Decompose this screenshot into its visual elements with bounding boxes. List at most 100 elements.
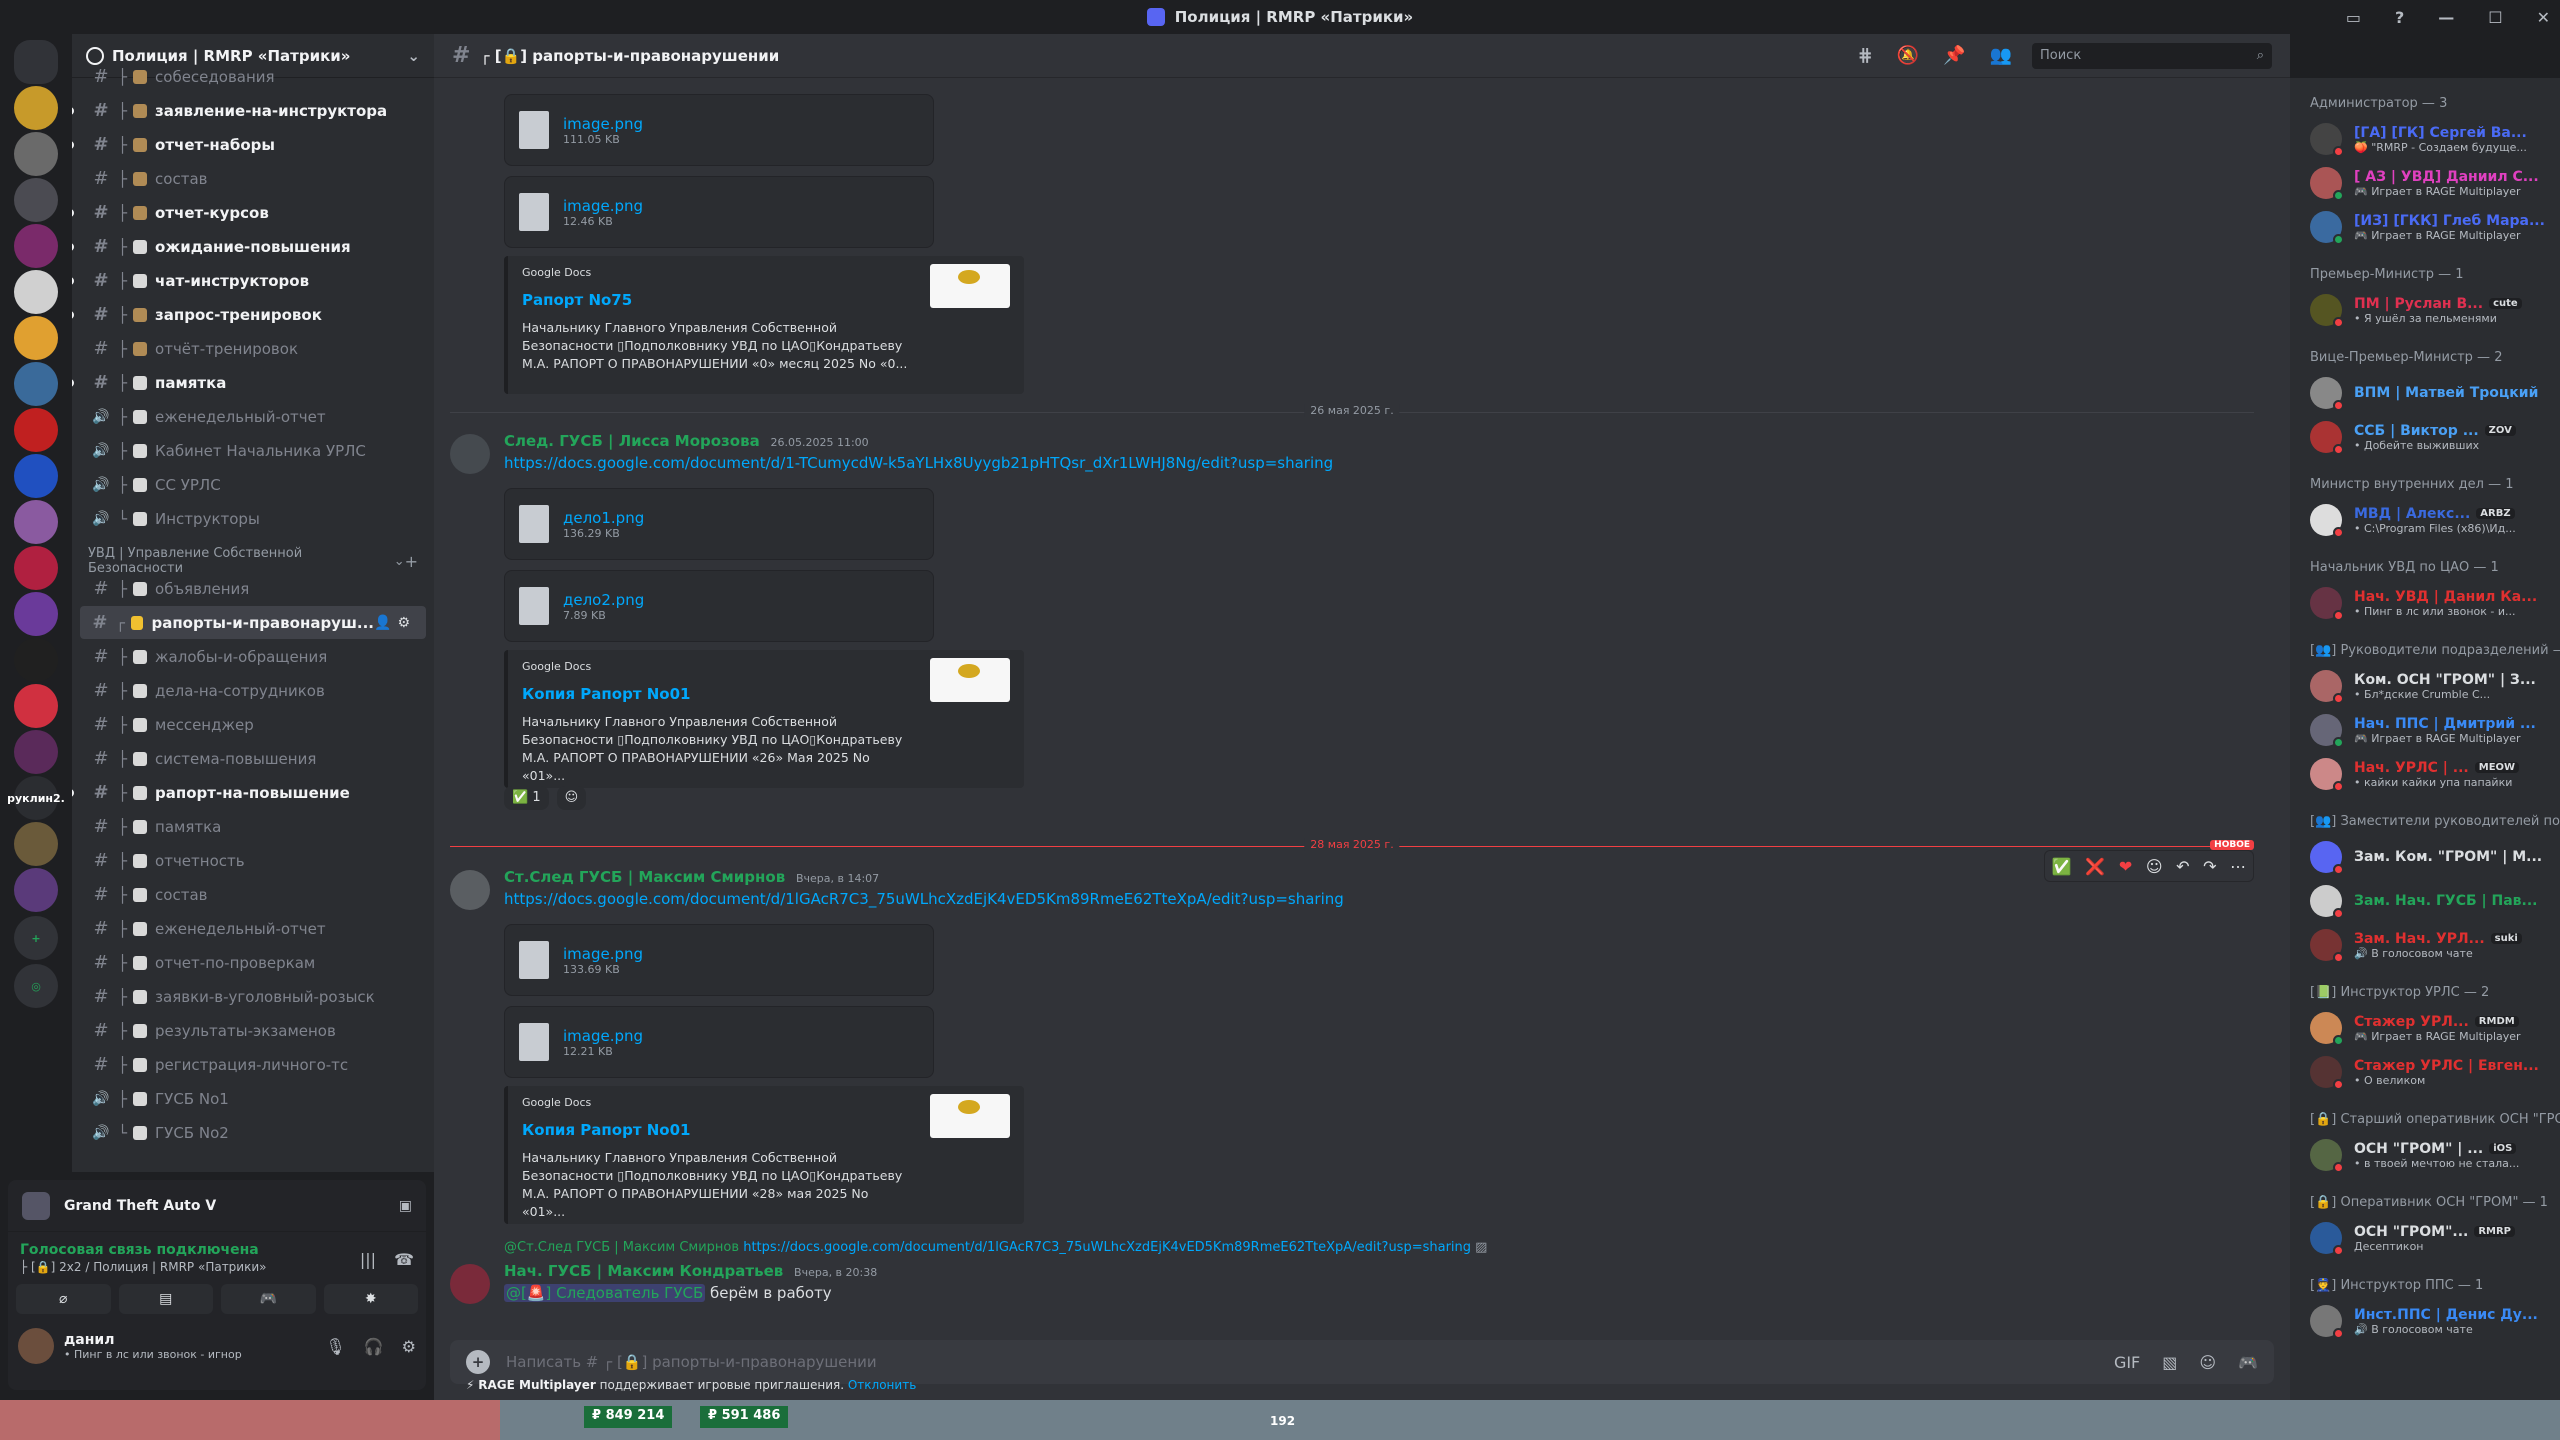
role-mention[interactable]: @[🚨] Следователь ГУСБ bbox=[504, 1284, 706, 1302]
server-icon[interactable] bbox=[14, 638, 58, 682]
channel-item[interactable]: 🔊 ├ СС УРЛС bbox=[80, 468, 426, 501]
add-reaction-button[interactable]: ☺ bbox=[556, 786, 587, 810]
decline-link[interactable]: Отклонить bbox=[848, 1378, 916, 1392]
channel-item[interactable]: # ├ состав bbox=[80, 162, 426, 195]
invite-icon[interactable]: 👤 bbox=[374, 615, 397, 631]
react-check-icon[interactable]: ✅ bbox=[2052, 857, 2072, 876]
reply-reference[interactable]: @Ст.След ГУСБ | Максим Смирнов https://d… bbox=[504, 1240, 1487, 1255]
screen-share-icon[interactable]: ▣ bbox=[399, 1198, 412, 1214]
gear-icon[interactable]: ⚙ bbox=[397, 615, 416, 631]
add-attachment-button[interactable]: + bbox=[466, 1350, 490, 1374]
share-screen-icon[interactable]: ▤ bbox=[118, 1284, 213, 1314]
message-link[interactable]: https://docs.google.com/document/d/1-TCu… bbox=[504, 454, 1333, 472]
microphone-icon[interactable]: 🎙 bbox=[325, 1337, 345, 1356]
channel-item[interactable]: # ├ отчет-по-проверкам bbox=[80, 946, 426, 979]
headphones-icon[interactable]: 🎧 bbox=[364, 1337, 384, 1356]
file-name[interactable]: image.png bbox=[563, 115, 643, 133]
channel-item[interactable]: # ├ объявления bbox=[80, 572, 426, 605]
channel-item[interactable]: # ├ запрос-тренировок bbox=[72, 298, 426, 331]
server-icon[interactable] bbox=[14, 224, 58, 268]
activity-icon[interactable]: 🎮 bbox=[221, 1284, 316, 1314]
file-attachment[interactable]: дело1.png 136.29 KB bbox=[504, 488, 934, 560]
embed-thumbnail[interactable] bbox=[930, 658, 1010, 702]
file-name[interactable]: дело1.png bbox=[563, 509, 644, 527]
explore-icon[interactable]: ◎ bbox=[14, 964, 58, 1008]
server-icon[interactable] bbox=[14, 178, 58, 222]
file-name[interactable]: image.png bbox=[563, 945, 643, 963]
channel-item[interactable]: # ├ дела-на-сотрудников bbox=[80, 674, 426, 707]
channel-item[interactable]: # ├ система-повышения bbox=[80, 742, 426, 775]
server-icon[interactable]: руклин2. bbox=[7, 776, 65, 820]
member-item[interactable]: ПМ | Руслан В... cute • Я ушёл за пельменя… bbox=[2310, 288, 2560, 332]
react-cross-icon[interactable]: ❌ bbox=[2085, 857, 2105, 876]
channel-item[interactable]: # ├ отчет-наборы bbox=[72, 128, 426, 161]
member-item[interactable]: ОСН "ГРОМ" | ... iOS • в твоей мечтою не с… bbox=[2310, 1133, 2560, 1177]
pin-icon[interactable]: 📌 bbox=[1943, 45, 1965, 66]
channel-item[interactable]: # ├ отчет-курсов bbox=[72, 196, 426, 229]
forward-icon[interactable]: ↷ bbox=[2203, 857, 2216, 876]
sticker-icon[interactable]: ▧ bbox=[2162, 1353, 2177, 1372]
member-item[interactable]: Нач. ППС | Дмитрий ... 🎮 Играет в RAGE Mu… bbox=[2310, 708, 2560, 752]
disconnect-icon[interactable]: ☎ bbox=[394, 1250, 414, 1269]
member-item[interactable]: [ АЗ | УВД] Даниил С... 🎮 Играет в RAGE M… bbox=[2310, 161, 2560, 205]
member-item[interactable]: Стажер УРЛ... RMDM 🎮 Играет в RAGE Multipl… bbox=[2310, 1006, 2560, 1050]
reaction-check[interactable]: ✅ 1 bbox=[504, 786, 549, 810]
channel-item[interactable]: 🔊 ├ ГУСБ No1 bbox=[80, 1082, 426, 1115]
file-attachment[interactable]: image.png 111.05 KB bbox=[504, 94, 934, 166]
member-item[interactable]: ОСН "ГРОМ"... RMRP Десептикон bbox=[2310, 1216, 2560, 1260]
add-reaction-icon[interactable]: ☺ bbox=[2146, 857, 2163, 876]
server-icon[interactable] bbox=[14, 868, 58, 912]
server-icon[interactable] bbox=[14, 684, 58, 728]
channel-item[interactable]: # ├ результаты-экзаменов bbox=[80, 1014, 426, 1047]
server-icon[interactable] bbox=[14, 546, 58, 590]
embed-thumbnail[interactable] bbox=[930, 264, 1010, 308]
activities-icon[interactable]: 🎮 bbox=[2238, 1353, 2258, 1372]
help-icon[interactable]: ? bbox=[2395, 8, 2404, 27]
avatar[interactable] bbox=[450, 1264, 490, 1304]
minimize-button[interactable]: — bbox=[2438, 8, 2454, 27]
member-item[interactable]: Зам. Нач. УРЛ... suki 🔊 В голосовом чате bbox=[2310, 923, 2560, 967]
server-icon[interactable] bbox=[14, 592, 58, 636]
channel-item[interactable]: # ├ рапорт-на-повышение bbox=[72, 776, 426, 809]
gear-icon[interactable]: ⚙ bbox=[402, 1337, 416, 1356]
channel-item[interactable]: # ├ мессенджер bbox=[80, 708, 426, 741]
more-icon[interactable]: ⋯ bbox=[2230, 857, 2246, 876]
reply-icon[interactable]: ↶ bbox=[2176, 857, 2189, 876]
member-item[interactable]: Зам. Ком. "ГРОМ" | М... bbox=[2310, 835, 2560, 879]
add-server-button[interactable]: + bbox=[14, 916, 58, 960]
file-name[interactable]: image.png bbox=[563, 1027, 643, 1045]
category-header[interactable]: УВД | Управление Собственной Безопасност… bbox=[72, 536, 434, 576]
react-heart-icon[interactable]: ❤ bbox=[2119, 857, 2132, 876]
home-button[interactable] bbox=[14, 40, 58, 84]
channel-item[interactable]: # ├ состав bbox=[80, 878, 426, 911]
emoji-icon[interactable]: ☺ bbox=[2199, 1353, 2216, 1372]
channel-item[interactable]: # ├ регистрация-личного-тс bbox=[80, 1048, 426, 1081]
channel-item[interactable]: # ├ памятка bbox=[72, 366, 426, 399]
voice-status[interactable]: Голосовая связь подключена bbox=[20, 1242, 267, 1258]
message-author[interactable]: След. ГУСБ | Лисса Морозова bbox=[504, 432, 760, 450]
add-channel-icon[interactable]: + bbox=[405, 552, 418, 571]
file-attachment[interactable]: image.png 133.69 KB bbox=[504, 924, 934, 996]
channel-item[interactable]: 🔊 ├ Кабинет Начальника УРЛС bbox=[80, 434, 426, 467]
server-icon[interactable] bbox=[14, 454, 58, 498]
notifications-off-icon[interactable]: 🔕 bbox=[1897, 45, 1919, 66]
member-item[interactable]: Ком. ОСН "ГРОМ" | З... • Бл*дские Crumble… bbox=[2310, 664, 2560, 708]
search-input[interactable]: Поиск ⌕ bbox=[2032, 42, 2272, 69]
channel-item[interactable]: # ├ жалобы-и-обращения bbox=[80, 640, 426, 673]
file-attachment[interactable]: дело2.png 7.89 KB bbox=[504, 570, 934, 642]
server-icon[interactable] bbox=[14, 316, 58, 360]
member-item[interactable]: [ИЗ] [ГКК] Глеб Мара... 🎮 Играет в RAGE M… bbox=[2310, 205, 2560, 249]
avatar[interactable] bbox=[450, 434, 490, 474]
camera-off-icon[interactable]: ⌀ bbox=[16, 1284, 111, 1314]
channel-item[interactable]: 🔊 ├ еженедельный-отчет bbox=[80, 400, 426, 433]
noise-suppression-icon[interactable]: ||| bbox=[360, 1250, 376, 1269]
channel-item[interactable]: # ├ чат-инструкторов bbox=[72, 264, 426, 297]
member-item[interactable]: МВД | Алекс... ARBZ • C:\Program Files (x8… bbox=[2310, 498, 2560, 542]
member-item[interactable]: ССБ | Виктор ... ZOV • Добейте выживших bbox=[2310, 415, 2560, 459]
channel-item[interactable]: # ├ отчетность bbox=[80, 844, 426, 877]
server-icon[interactable] bbox=[14, 408, 58, 452]
server-icon[interactable] bbox=[14, 730, 58, 774]
member-item[interactable]: Стажер УРЛС | Евген... • О великом bbox=[2310, 1050, 2560, 1094]
close-button[interactable]: ✕ bbox=[2537, 8, 2550, 27]
member-item[interactable]: ВПМ | Матвей Троцкий bbox=[2310, 371, 2560, 415]
